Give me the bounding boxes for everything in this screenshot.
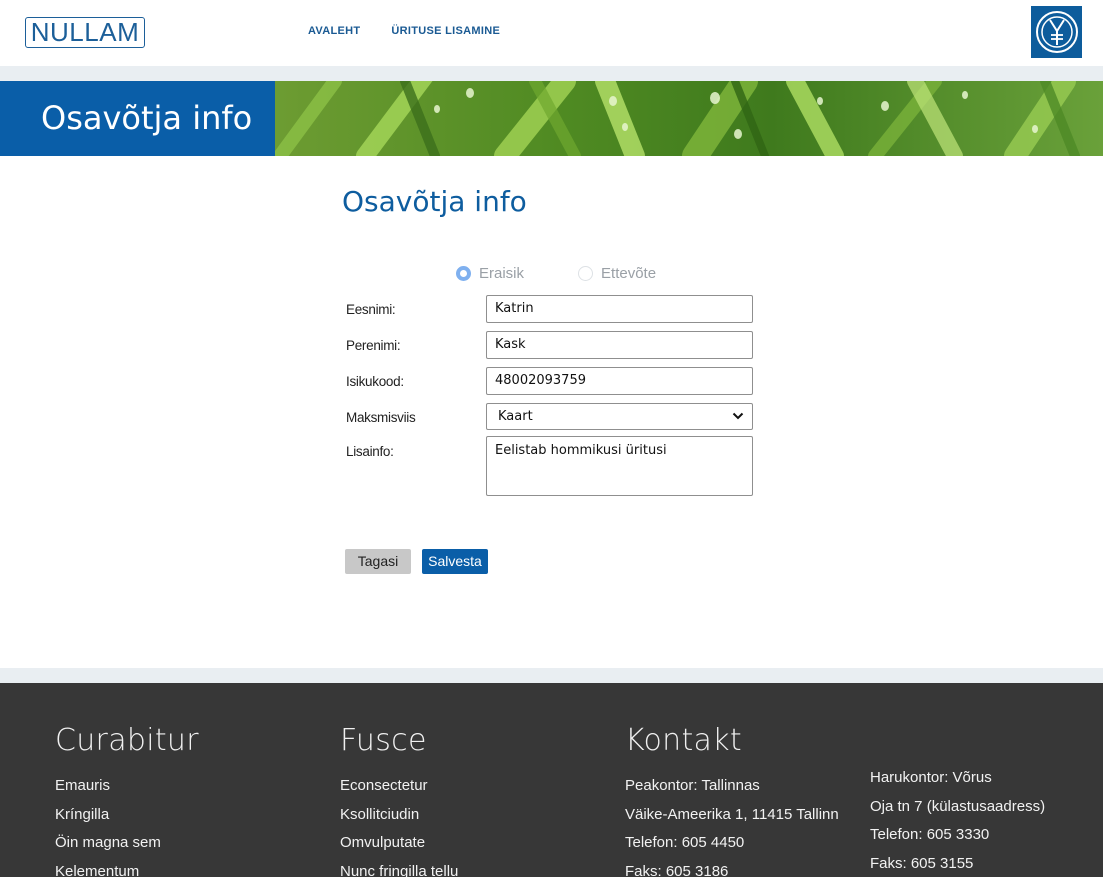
footer-col-kontakt: Kontakt Peakontor: Tallinnas Väike-Ameer…: [625, 723, 839, 877]
footer-link[interactable]: Omvulputate: [340, 834, 458, 853]
hero-title-box: Osavõtja info: [0, 81, 275, 156]
id-code-input[interactable]: 48002093759: [486, 367, 753, 395]
footer-link[interactable]: Kríngilla: [55, 806, 199, 825]
nav-avaleht[interactable]: AVALEHT: [308, 25, 360, 37]
footer-col-title: Kontakt: [625, 723, 742, 758]
id-code-label: Isikukood:: [346, 374, 404, 389]
payment-select-value: Kaart: [498, 409, 533, 424]
payment-label: Maksmisviis: [346, 410, 416, 425]
branch-office-phone: Telefon: 605 3330: [870, 826, 990, 843]
site-header: NULLAM AVALEHT ÜRITUSE LISAMINE: [0, 0, 1103, 66]
header-divider: [0, 66, 1103, 81]
branch-office-fax: Faks: 605 3155: [870, 854, 974, 872]
nav-urituse-lisamine[interactable]: ÜRITUSE LISAMINE: [391, 25, 500, 37]
main-office-phone: Telefon: 605 4450: [625, 834, 745, 851]
first-name-label: Eesnimi:: [346, 302, 396, 317]
footer-divider: [0, 668, 1103, 683]
info-label: Lisainfo:: [346, 444, 394, 459]
footer-col-fusce: Fusce Econsectetur Ksollitciudin Omvulpu…: [340, 723, 458, 877]
hero-title: Osavõtja info: [41, 99, 253, 137]
crest-icon[interactable]: [1031, 6, 1082, 58]
grass-banner-image: [275, 81, 1103, 156]
footer-link[interactable]: Emauris: [55, 777, 199, 796]
page-title: Osavõtja info: [342, 185, 527, 218]
chevron-down-icon[interactable]: [732, 404, 744, 429]
payment-select[interactable]: Kaart: [486, 403, 753, 430]
radio-eraisik-label: Eraisik: [479, 265, 525, 282]
person-type-radio-group: Eraisik Ettevõte: [456, 265, 710, 282]
radio-ettevote-label: Ettevõte: [601, 265, 657, 282]
footer-link[interactable]: Nunc fringilla tellu: [340, 863, 458, 877]
hero-banner: Osavõtja info: [0, 81, 1103, 156]
branch-office-name: Harukontor: Võrus: [870, 769, 992, 786]
footer-col-title: Fusce: [340, 723, 427, 758]
footer-branch-office: Harukontor: Võrus Oja tn 7 (külastusaadr…: [870, 769, 1045, 877]
footer-link[interactable]: Öin magna sem: [55, 834, 199, 853]
branch-office-address: Oja tn 7 (külastusaadress): [870, 797, 1046, 815]
footer-link[interactable]: Kelementum: [55, 863, 199, 877]
back-button[interactable]: Tagasi: [345, 549, 411, 574]
main-office-name: Peakontor: Tallinnas: [625, 777, 760, 794]
radio-unchecked-icon[interactable]: [578, 266, 594, 281]
radio-ettevote[interactable]: Ettevõte: [578, 265, 656, 282]
footer-link[interactable]: Ksollitciudin: [340, 806, 458, 825]
first-name-input[interactable]: Katrin: [486, 295, 753, 323]
radio-eraisik[interactable]: Eraisik: [456, 265, 524, 282]
save-button[interactable]: Salvesta: [422, 549, 488, 574]
main-nav: AVALEHT ÜRITUSE LISAMINE: [308, 25, 500, 37]
footer-link[interactable]: Econsectetur: [340, 777, 458, 796]
last-name-label: Perenimi:: [346, 338, 401, 353]
footer-col-title: Curabitur: [55, 723, 199, 758]
main-office-fax: Faks: 605 3186: [625, 862, 729, 877]
main-office-address: Väike-Ameerika 1, 11415 Tallinn: [625, 805, 839, 823]
last-name-input[interactable]: Kask: [486, 331, 753, 359]
site-footer: Curabitur Emauris Kríngilla Öin magna se…: [0, 683, 1103, 877]
radio-checked-icon[interactable]: [456, 266, 471, 281]
nullam-logo[interactable]: NULLAM: [25, 17, 145, 48]
footer-col-curabitur: Curabitur Emauris Kríngilla Öin magna se…: [55, 723, 199, 877]
info-textarea[interactable]: Eelistab hommikusi üritusi: [486, 436, 753, 496]
